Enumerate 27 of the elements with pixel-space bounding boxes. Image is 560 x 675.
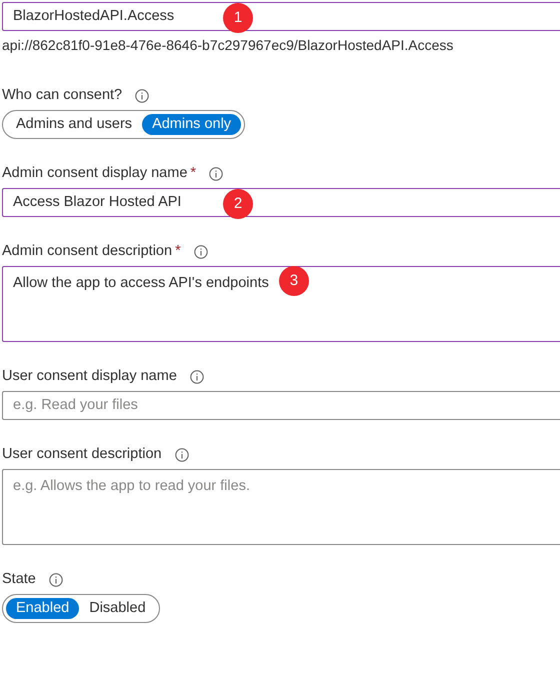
field-label: User consent display name — [2, 367, 177, 386]
field-label: User consent description — [2, 445, 162, 464]
toggle-option[interactable]: Enabled — [6, 598, 80, 619]
toggle-option[interactable]: Admins and users — [6, 114, 142, 135]
info-icon[interactable] — [194, 245, 208, 259]
text-field[interactable]: Access Blazor Hosted API 2 — [2, 188, 560, 217]
text-area[interactable]: Allow the app to access API's endpoints 3 — [2, 266, 560, 342]
number-badge: 3 — [278, 266, 309, 296]
text-field[interactable]: e.g. Read your files — [2, 391, 560, 420]
toggle-option[interactable]: Admins only — [142, 114, 242, 135]
field-label: Admin consent description — [2, 242, 172, 262]
helper-text: api://862c81f0-91e8-476e-8646-b7c297967ec9/BlazorHostedAPI.Access — [2, 36, 454, 55]
number-badge: 1 — [223, 3, 253, 33]
info-icon[interactable] — [209, 167, 224, 181]
field-label: State — [2, 570, 36, 590]
text-field[interactable]: BlazorHostedAPI.Access 1 — [2, 2, 560, 31]
text-area[interactable]: e.g. Allows the app to read your files. — [2, 469, 560, 545]
required-marker: * — [175, 242, 181, 262]
number-badge: 2 — [223, 189, 253, 219]
field-label: Admin consent display name — [2, 164, 188, 184]
field-label: Who can consent? — [2, 86, 122, 106]
info-icon[interactable] — [174, 448, 189, 462]
toggle-option[interactable]: Disabled — [79, 598, 156, 619]
info-icon[interactable] — [190, 370, 204, 384]
info-icon[interactable] — [135, 89, 150, 103]
required-marker: * — [190, 164, 196, 184]
info-icon[interactable] — [48, 573, 63, 587]
